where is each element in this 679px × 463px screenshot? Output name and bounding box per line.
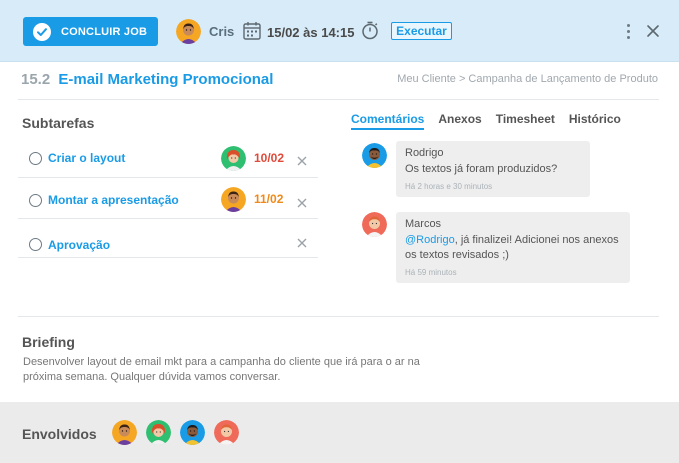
subtask-checkbox[interactable] [29, 152, 42, 165]
comment-time: Há 2 horas e 30 minutos [405, 182, 493, 191]
conclude-job-label: CONCLUIR JOB [61, 25, 148, 38]
involved-bar: Envolvidos [0, 402, 679, 463]
tab-timesheet[interactable]: Timesheet [496, 112, 555, 130]
comment-time: Há 59 minutos [405, 268, 457, 277]
remove-icon[interactable] [297, 153, 307, 166]
remove-icon[interactable] [297, 195, 307, 208]
assignee-name: Cris [209, 24, 235, 39]
remove-icon[interactable] [297, 235, 307, 248]
subtask-assignee-avatar[interactable] [221, 187, 246, 212]
subtask-checkbox[interactable] [29, 194, 42, 207]
involved-avatar[interactable] [180, 420, 205, 445]
subtask-name[interactable]: Criar o layout [48, 151, 125, 165]
comment-author-avatar [362, 212, 387, 237]
activity-tabs: Comentários Anexos Timesheet Histórico [351, 112, 635, 130]
involved-avatar[interactable] [214, 420, 239, 445]
title-divider [18, 99, 659, 100]
subtask-name[interactable]: Aprovação [48, 238, 110, 252]
tab-historico[interactable]: Histórico [569, 112, 621, 130]
tab-anexos[interactable]: Anexos [438, 112, 481, 130]
execute-button[interactable]: Executar [391, 22, 452, 40]
comment-author: Marcos [405, 218, 442, 230]
comment-body: Os textos já foram produzidos? [405, 163, 558, 175]
more-options-icon[interactable] [622, 23, 634, 39]
involved-avatar[interactable] [146, 420, 171, 445]
involved-avatar[interactable] [112, 420, 137, 445]
subtask-row: Montar a apresentação 11/02 [18, 179, 318, 219]
comment-body: @Rodrigo, já finalizei! Adicionei nos an… [405, 233, 621, 263]
involved-label: Envolvidos [22, 426, 97, 442]
conclude-job-button[interactable]: CONCLUIR JOB [23, 17, 158, 46]
timer-icon[interactable] [361, 21, 379, 45]
close-icon[interactable] [646, 24, 660, 38]
briefing-heading: Briefing [22, 334, 75, 350]
comment: Rodrigo Os textos já foram produzidos? H… [396, 141, 590, 197]
subtask-name[interactable]: Montar a apresentação [48, 193, 179, 207]
subtask-checkbox[interactable] [29, 238, 42, 251]
subtask-due-date[interactable]: 10/02 [254, 151, 284, 165]
calendar-icon[interactable] [243, 21, 261, 45]
job-toolbar: CONCLUIR JOB Cris 15/02 às 14:15 Executa… [0, 0, 679, 62]
comment-author: Rodrigo [405, 147, 444, 159]
section-divider [18, 316, 659, 317]
comment-author-avatar [362, 143, 387, 168]
check-icon [33, 22, 51, 41]
subtask-due-date[interactable]: 11/02 [254, 192, 283, 206]
briefing-text: Desenvolver layout de email mkt para a c… [23, 356, 420, 383]
subtask-assignee-avatar[interactable] [221, 146, 246, 171]
subtask-row: Criar o layout 10/02 [18, 138, 318, 178]
mention-link[interactable]: @Rodrigo [405, 234, 455, 246]
breadcrumb[interactable]: Meu Cliente > Campanha de Lançamento de … [397, 73, 658, 85]
tab-comentarios[interactable]: Comentários [351, 112, 425, 130]
job-number: 15.2 [21, 71, 51, 88]
subtasks-heading: Subtarefas [22, 115, 95, 131]
comment: Marcos @Rodrigo, já finalizei! Adicionei… [396, 212, 630, 283]
assignee-avatar[interactable] [176, 19, 201, 44]
subtask-row: Aprovação [18, 220, 318, 258]
due-datetime[interactable]: 15/02 às 14:15 [267, 25, 354, 40]
job-title: 15.2 E-mail Marketing Promocional [21, 71, 273, 88]
job-title-text[interactable]: E-mail Marketing Promocional [58, 71, 273, 88]
